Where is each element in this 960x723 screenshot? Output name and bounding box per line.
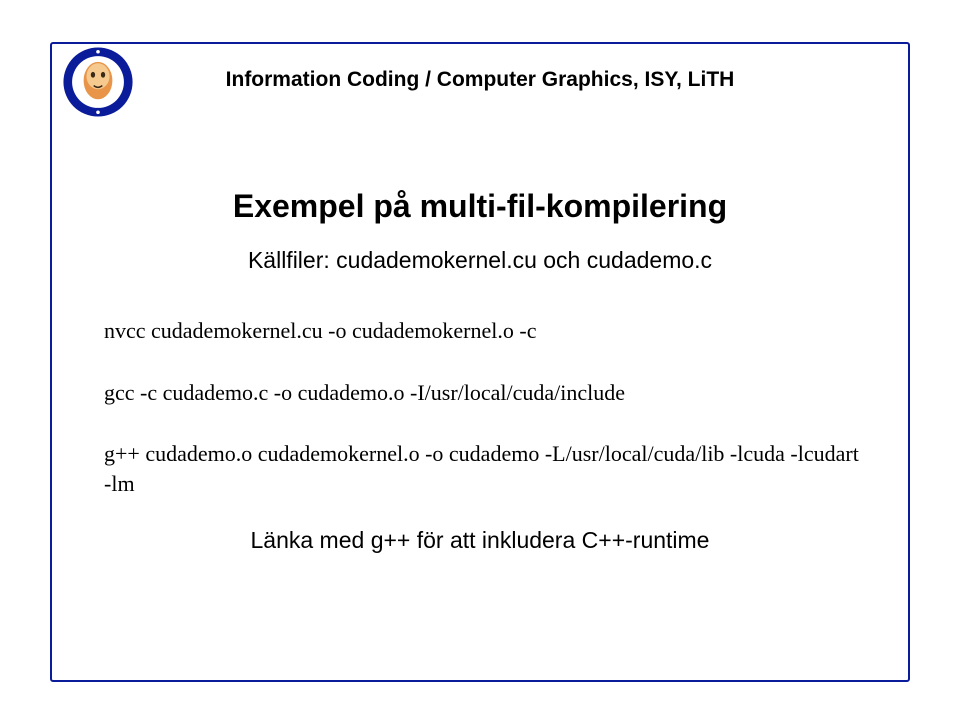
header-title: Information Coding / Computer Graphics, … [50, 68, 910, 92]
slide-footnote: Länka med g++ för att inkludera C++-runt… [100, 527, 860, 554]
slide-content: Exempel på multi-fil-kompilering Källfil… [100, 188, 860, 554]
command-nvcc: nvcc cudademokernel.cu -o cudademokernel… [104, 316, 860, 346]
command-gcc: gcc -c cudademo.c -o cudademo.o -I/usr/l… [104, 378, 860, 408]
slide-header: Information Coding / Computer Graphics, … [50, 42, 910, 120]
slide-subheading: Källfiler: cudademokernel.cu och cudadem… [100, 247, 860, 274]
command-gpp: g++ cudademo.o cudademokernel.o -o cudad… [104, 439, 860, 498]
slide-page: Information Coding / Computer Graphics, … [0, 0, 960, 723]
slide-heading: Exempel på multi-fil-kompilering [100, 188, 860, 225]
